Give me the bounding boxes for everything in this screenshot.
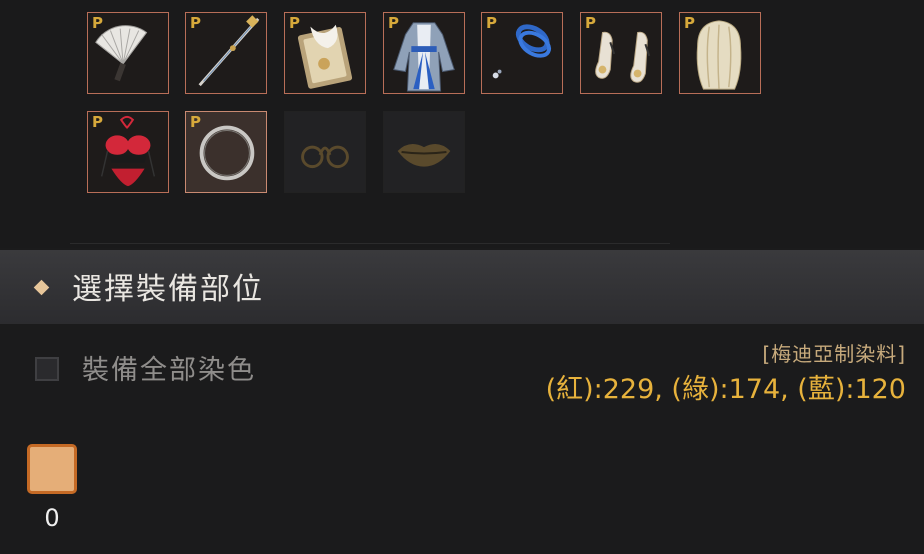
section-title: 選擇裝備部位	[72, 272, 264, 307]
slot-bracelet[interactable]: P	[481, 12, 563, 94]
slot-spear[interactable]: P	[185, 12, 267, 94]
slot-lips-empty[interactable]	[383, 111, 465, 193]
pearl-badge: P	[585, 14, 596, 32]
dye-all-checkbox[interactable]	[35, 357, 59, 381]
pearl-badge: P	[486, 14, 497, 32]
slot-shoes[interactable]: P	[580, 12, 662, 94]
divider	[70, 243, 670, 244]
pearl-badge: P	[190, 14, 201, 32]
pearl-badge: P	[92, 14, 103, 32]
lips-placeholder-icon	[397, 144, 451, 167]
dye-rgb-values: (紅):229, (綠):174, (藍):120	[545, 374, 906, 405]
slot-hair[interactable]: P	[679, 12, 761, 94]
equipment-slots-panel: P P P P P P P P P	[0, 0, 924, 248]
pearl-badge: P	[684, 14, 695, 32]
dye-color-swatch[interactable]	[27, 444, 77, 494]
glasses-placeholder-icon	[301, 145, 349, 169]
slot-fan[interactable]: P	[87, 12, 169, 94]
pearl-badge: P	[388, 14, 399, 32]
dye-count: 0	[44, 504, 60, 532]
pearl-badge: P	[289, 14, 300, 32]
slot-glasses-empty[interactable]	[284, 111, 366, 193]
dye-all-label[interactable]: 裝備全部染色	[82, 348, 256, 387]
pearl-badge: P	[190, 113, 201, 131]
slot-outfit[interactable]: P	[383, 12, 465, 94]
pearl-badge: P	[92, 113, 103, 131]
slot-underwear[interactable]: P	[87, 111, 169, 193]
slot-ring[interactable]: P	[185, 111, 267, 193]
dye-name: [梅迪亞制染料]	[762, 342, 906, 366]
slot-ornament[interactable]: P	[284, 12, 366, 94]
